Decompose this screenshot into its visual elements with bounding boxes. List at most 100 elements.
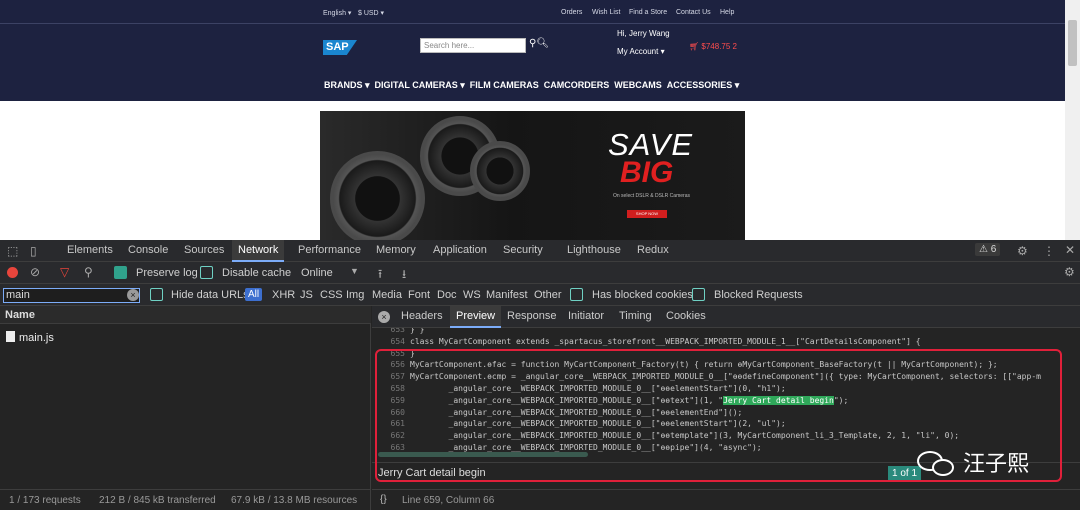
tab-security[interactable]: Security <box>503 244 543 256</box>
website-area: English ▾ $ USD ▾ Orders Wish List Find … <box>0 0 1080 240</box>
search-icon[interactable]: ⚲ <box>84 265 93 279</box>
hide-data-urls-label: Hide data URLs <box>171 289 249 301</box>
device-toggle-icon[interactable]: ▯ <box>30 244 37 258</box>
tab-response[interactable]: Response <box>507 310 557 322</box>
transferred-size: 212 B / 845 kB transferred <box>99 495 216 506</box>
orders-link[interactable]: Orders <box>561 9 582 16</box>
tab-memory[interactable]: Memory <box>376 244 416 256</box>
currency-selector[interactable]: $ USD ▾ <box>358 9 384 17</box>
filter-xhr[interactable]: XHR <box>272 289 295 301</box>
camera-lens-image <box>330 151 425 240</box>
tab-headers[interactable]: Headers <box>401 310 443 322</box>
close-details-icon[interactable]: × <box>378 311 390 323</box>
tab-elements[interactable]: Elements <box>67 244 113 256</box>
shop-now-button[interactable]: SHOP NOW <box>627 210 667 218</box>
wechat-logo-icon <box>917 447 957 477</box>
site-header: English ▾ $ USD ▾ Orders Wish List Find … <box>0 0 1080 101</box>
tab-cookies[interactable]: Cookies <box>666 310 706 322</box>
filter-input[interactable]: main <box>3 288 140 303</box>
throttling-select[interactable]: Online <box>301 267 333 279</box>
pretty-print-icon[interactable]: {} <box>380 494 387 505</box>
close-icon[interactable]: ✕ <box>1065 243 1075 257</box>
blocked-cookies-checkbox[interactable] <box>570 288 583 301</box>
filter-icon[interactable]: ▽ <box>60 265 69 279</box>
watermark-text: 汪子熙 <box>963 452 1030 477</box>
filter-all[interactable]: All <box>245 288 263 301</box>
filter-font[interactable]: Font <box>408 289 430 301</box>
nav-digital-cameras[interactable]: DIGITAL CAMERAS ▾ <box>375 80 465 91</box>
nav-camcorders[interactable]: CAMCORDERS <box>544 80 610 91</box>
inspect-icon[interactable]: ⬚ <box>7 244 18 258</box>
filter-js[interactable]: JS <box>300 289 313 301</box>
request-list: Name main.js 1 / 173 requests 212 B / 84… <box>0 306 371 510</box>
record-icon[interactable] <box>7 267 18 278</box>
tab-redux[interactable]: Redux <box>637 244 669 256</box>
cart-icon: 🛒︎ <box>689 42 702 51</box>
lens-image <box>470 141 530 201</box>
promo-banner[interactable]: SAVE BIG On select DSLR & DSLR Cameras S… <box>320 111 745 240</box>
nav-accessories[interactable]: ACCESSORIES ▾ <box>667 80 740 91</box>
hide-data-urls-checkbox[interactable] <box>150 288 163 301</box>
details-tabbar: × Headers Preview Response Initiator Tim… <box>372 306 1080 328</box>
tab-timing[interactable]: Timing <box>619 310 652 322</box>
cursor-position: Line 659, Column 66 <box>402 495 495 506</box>
cart-link[interactable]: 🛒︎ $748.75 2 <box>689 42 737 51</box>
tab-initiator[interactable]: Initiator <box>568 310 604 322</box>
clear-icon[interactable]: ⊘ <box>30 265 40 279</box>
preserve-log-checkbox[interactable] <box>114 266 127 279</box>
contact-link[interactable]: Contact Us <box>676 9 711 16</box>
gear-icon[interactable]: ⚙ <box>1017 244 1028 258</box>
disable-cache-checkbox[interactable] <box>200 266 213 279</box>
network-toolbar: ⊘ ▽ ⚲ Preserve log Disable cache Online … <box>0 262 1080 284</box>
page-scrollbar[interactable] <box>1065 0 1080 240</box>
request-name: main.js <box>19 332 54 344</box>
cart-total: $748.75 2 <box>701 42 737 51</box>
more-menu-icon[interactable]: ⋮ <box>1043 244 1055 258</box>
tab-preview[interactable]: Preview <box>450 306 502 328</box>
filter-doc[interactable]: Doc <box>437 289 457 301</box>
filter-manifest[interactable]: Manifest <box>486 289 528 301</box>
filter-media[interactable]: Media <box>372 289 402 301</box>
banner-big: BIG <box>620 156 674 189</box>
blocked-requests-checkbox[interactable] <box>692 288 705 301</box>
search-input[interactable]: Search here... <box>420 38 526 53</box>
find-store-link[interactable]: Find a Store <box>629 9 667 16</box>
tab-network[interactable]: Network <box>232 240 285 262</box>
help-link[interactable]: Help <box>720 9 734 16</box>
upload-icon[interactable]: ⭱ <box>378 265 382 286</box>
nav-webcams[interactable]: WEBCAMS <box>614 80 662 91</box>
sap-logo[interactable]: SAP <box>323 40 357 55</box>
top-bar: English ▾ $ USD ▾ Orders Wish List Find … <box>0 0 1065 24</box>
network-status-bar: 1 / 173 requests 212 B / 845 kB transfer… <box>0 489 371 510</box>
clear-filter-icon[interactable]: × <box>127 289 139 301</box>
tab-performance[interactable]: Performance <box>298 244 361 256</box>
devtools-tabbar: ⬚ ▯ Elements Console Sources Network Per… <box>0 240 1080 262</box>
nav-film-cameras[interactable]: FILM CAMERAS <box>470 80 539 91</box>
watermark: 汪子熙 <box>917 446 1029 478</box>
request-row[interactable]: main.js <box>6 331 54 344</box>
nav-brands[interactable]: BRANDS ▾ <box>324 80 370 91</box>
filter-img[interactable]: Img <box>346 289 364 301</box>
chevron-down-icon[interactable]: ▼ <box>350 266 359 276</box>
scrollbar-thumb[interactable] <box>1068 20 1077 66</box>
language-selector[interactable]: English ▾ <box>323 9 351 17</box>
filter-other[interactable]: Other <box>534 289 562 301</box>
my-account-menu[interactable]: My Account ▾ <box>617 47 665 56</box>
wishlist-link[interactable]: Wish List <box>592 9 620 16</box>
warnings-badge[interactable]: ⚠ 6 <box>975 243 1001 256</box>
tab-sources[interactable]: Sources <box>184 244 224 256</box>
tab-lighthouse[interactable]: Lighthouse <box>567 244 621 256</box>
request-count: 1 / 173 requests <box>9 495 81 506</box>
name-column-header[interactable]: Name <box>0 306 371 324</box>
search-icon[interactable]: ⚲🔍︎ <box>529 38 549 49</box>
download-icon[interactable]: ⭳ <box>402 265 406 286</box>
filter-css[interactable]: CSS <box>320 289 343 301</box>
tab-console[interactable]: Console <box>128 244 168 256</box>
filter-bar: main × Hide data URLs All XHR JS CSS Img… <box>0 284 1080 306</box>
preview-status-bar: {} Line 659, Column 66 <box>372 489 1080 510</box>
preserve-log-label: Preserve log <box>136 267 198 279</box>
filter-ws[interactable]: WS <box>463 289 481 301</box>
resources-size: 67.9 kB / 13.8 MB resources <box>231 495 358 506</box>
tab-application[interactable]: Application <box>433 244 487 256</box>
network-settings-icon[interactable]: ⚙ <box>1064 265 1075 279</box>
